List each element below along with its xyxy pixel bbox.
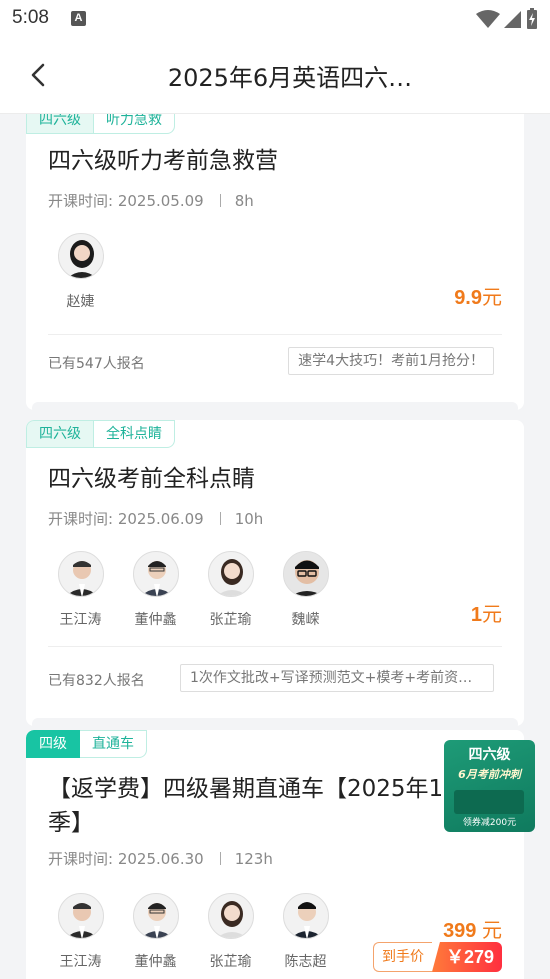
course-price: 9.9元	[454, 281, 502, 310]
enroll-count: 已有832人报名	[48, 673, 145, 689]
course-tag: 直通车	[80, 730, 147, 758]
separator	[219, 194, 221, 207]
course-slogan: 速学4大技巧！考前1月抢分！	[288, 347, 494, 375]
final-price-tag: 到手价 ￥279	[372, 942, 502, 972]
price-value: 399	[443, 920, 477, 942]
avatar	[282, 893, 329, 939]
final-price-value: ￥279	[431, 942, 502, 972]
back-button[interactable]	[24, 60, 54, 90]
teacher-list: 王江涛 董仲蠡 张芷瑜 陈志超	[43, 893, 343, 971]
teacher-name: 张芷瑜	[209, 954, 252, 970]
course-start-date: 开课时间: 2025.06.30	[48, 850, 204, 868]
promo-book-image	[454, 790, 524, 814]
wifi-icon	[476, 10, 500, 28]
avatar	[57, 893, 104, 939]
course-card[interactable]: 四六级 全科点睛 四六级考前全科点睛 开课时间: 2025.06.09 10h …	[26, 420, 524, 726]
course-title: 四六级考前全科点睛	[48, 466, 255, 492]
teacher[interactable]: 董仲蠡	[118, 893, 193, 971]
teacher[interactable]: 王江涛	[43, 551, 118, 629]
promo-title: 四六级	[468, 747, 511, 763]
course-tags: 四级 直通车	[26, 730, 147, 758]
signal-icon	[504, 11, 521, 28]
teacher-list: 赵婕	[43, 233, 118, 311]
promo-subtitle: 6月考前冲刺	[458, 768, 521, 781]
course-duration: 123h	[234, 849, 273, 868]
teacher-name: 董仲蠡	[134, 954, 177, 970]
avatar	[132, 893, 179, 939]
teacher-name: 王江涛	[59, 954, 102, 970]
course-price: 399 元	[443, 914, 502, 943]
teacher[interactable]: 陈志超	[268, 893, 343, 971]
page-title: 2025年6月英语四六…	[167, 64, 413, 92]
promo-banner[interactable]: 四六级 6月考前冲刺 领券减200元	[444, 740, 535, 832]
avatar	[282, 551, 329, 597]
course-slogan: 1次作文批改+写译预测范文+模考+考前资料...	[180, 664, 494, 692]
course-title: 【返学费】四级暑期直通车【2025年1季】	[48, 776, 444, 836]
course-time: 开课时间: 2025.06.09 10h	[48, 508, 263, 529]
notification-icon: A	[71, 11, 86, 26]
divider	[48, 646, 502, 647]
enroll-count: 已有547人报名	[48, 356, 145, 372]
course-tag: 全科点睛	[94, 420, 175, 448]
teacher[interactable]: 赵婕	[43, 233, 118, 311]
status-bar: 5:08 A	[0, 0, 550, 38]
teacher[interactable]: 王江涛	[43, 893, 118, 971]
avatar	[207, 893, 254, 939]
course-time: 开课时间: 2025.05.09 8h	[48, 190, 254, 211]
teacher-list: 王江涛 董仲蠡 张芷瑜 魏嵘	[43, 551, 343, 629]
avatar	[132, 551, 179, 597]
teacher-name: 陈志超	[284, 954, 327, 970]
status-icons	[476, 8, 538, 30]
teacher-name: 张芷瑜	[209, 612, 252, 628]
teacher[interactable]: 魏嵘	[268, 551, 343, 629]
avatar	[57, 551, 104, 597]
course-start-date: 开课时间: 2025.05.09	[48, 192, 204, 210]
course-tag: 听力急救	[94, 114, 175, 134]
final-price-label: 到手价	[372, 942, 432, 972]
course-price: 1元	[471, 598, 502, 627]
avatar	[57, 233, 104, 279]
teacher[interactable]: 张芷瑜	[193, 893, 268, 971]
course-tags: 四六级 听力急救	[26, 114, 175, 134]
promo-coupon: 领券减200元	[462, 818, 517, 828]
price-value: 1	[470, 604, 482, 626]
nav-bar: 2025年6月英语四六…	[0, 38, 550, 114]
teacher[interactable]: 董仲蠡	[118, 551, 193, 629]
price-unit: 元	[482, 604, 502, 626]
course-tag: 四六级	[26, 420, 94, 448]
course-card[interactable]: 四六级 听力急救 四六级听力考前急救营 开课时间: 2025.05.09 8h …	[26, 114, 524, 410]
course-title: 四六级听力考前急救营	[48, 148, 278, 174]
price-value: 9.9	[454, 287, 482, 309]
teacher-name: 董仲蠡	[134, 612, 177, 628]
separator	[219, 512, 221, 525]
course-start-date: 开课时间: 2025.06.09	[48, 510, 204, 528]
course-time: 开课时间: 2025.06.30 123h	[48, 848, 273, 869]
course-tag: 四六级	[26, 114, 94, 134]
teacher-name: 赵婕	[66, 294, 95, 310]
course-tag: 四级	[26, 730, 80, 758]
price-unit: 元	[482, 287, 502, 309]
teacher-name: 魏嵘	[291, 612, 320, 628]
avatar	[207, 551, 254, 597]
teacher[interactable]: 张芷瑜	[193, 551, 268, 629]
status-time: 5:08	[12, 7, 49, 28]
course-duration: 10h	[234, 509, 264, 528]
course-list: 四六级 听力急救 四六级听力考前急救营 开课时间: 2025.05.09 8h …	[0, 114, 550, 979]
teacher-name: 王江涛	[59, 612, 102, 628]
divider	[48, 334, 502, 335]
battery-icon	[527, 8, 537, 29]
separator	[219, 852, 221, 865]
course-tags: 四六级 全科点睛	[26, 420, 175, 448]
price-unit: 元	[482, 920, 502, 942]
course-duration: 8h	[234, 191, 254, 210]
chevron-left-icon	[31, 63, 45, 87]
